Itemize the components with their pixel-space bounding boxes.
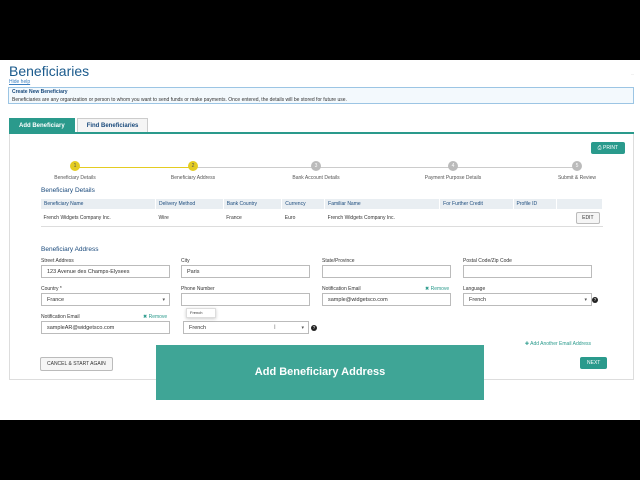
language-2-select[interactable]: French I ▾ xyxy=(183,321,309,334)
step-3: 3 Bank Account Details xyxy=(281,161,351,181)
city-label: City xyxy=(181,258,190,264)
help-icon[interactable]: ? xyxy=(311,325,317,331)
step-4: 4 Payment Purpose Details xyxy=(418,161,488,181)
cell-currency: Euro xyxy=(281,209,325,227)
zip-label: Postal Code/Zip Code xyxy=(463,258,512,264)
cell-delivery-method: Wire xyxy=(155,209,224,227)
phone-label: Phone Number xyxy=(181,286,215,292)
step-dot: 1 xyxy=(70,161,80,171)
chevron-down-icon: ▾ xyxy=(162,297,165,303)
details-table: Beneficiary Name Delivery Method Bank Co… xyxy=(40,198,604,227)
state-label: State/Province xyxy=(322,258,355,264)
cell-profile-id xyxy=(513,209,557,227)
notif-email-2-input[interactable]: sampleAR@widgetsco.com xyxy=(41,321,170,334)
print-button[interactable]: ⎙ PRINT xyxy=(590,142,625,154)
cell-familiar-name: French Widgets Company Inc. xyxy=(324,209,440,227)
step-1: 1 Beneficiary Details xyxy=(40,161,110,181)
cell-beneficiary-name: French Widgets Company Inc. xyxy=(40,209,156,227)
table-header-row: Beneficiary Name Delivery Method Bank Co… xyxy=(40,198,604,210)
col-header: Delivery Method xyxy=(155,198,224,210)
street-label: Street Address xyxy=(41,258,74,264)
remove-email-button[interactable]: ✖ Remove xyxy=(425,286,449,292)
country-value: France xyxy=(47,297,65,303)
cell-edit: EDIT xyxy=(556,209,603,227)
table-row: French Widgets Company Inc. Wire France … xyxy=(40,209,603,227)
col-header: Currency xyxy=(281,198,326,210)
info-text: Beneficiaries are any organization or pe… xyxy=(12,97,347,103)
step-label: Beneficiary Address xyxy=(170,175,216,181)
info-box: Create New Beneficiary Beneficiaries are… xyxy=(8,87,634,104)
col-header: For Further Credit xyxy=(439,198,514,210)
state-input[interactable] xyxy=(322,265,451,278)
step-label: Bank Account Details xyxy=(292,175,340,181)
language-2-value: French xyxy=(189,325,207,331)
col-header: Profile ID xyxy=(512,198,557,210)
col-header xyxy=(555,198,604,210)
cell-further-credit xyxy=(439,209,514,227)
step-5: 5 Submit & Review xyxy=(542,161,612,181)
printer-icon: ⎙ xyxy=(597,145,602,151)
step-label: Beneficiary Details xyxy=(54,175,96,181)
step-dot: 4 xyxy=(448,161,458,171)
notif-email-input[interactable]: sample@widgetsco.com xyxy=(322,293,451,306)
info-title: Create New Beneficiary xyxy=(12,89,68,95)
tab-bar: Add Beneficiary Find Beneficiaries xyxy=(9,118,150,132)
country-select[interactable]: France ▾ xyxy=(41,293,170,306)
help-icon[interactable]: ? xyxy=(592,297,598,303)
chevron-down-icon: ▾ xyxy=(301,325,304,331)
caption-overlay: Add Beneficiary Address xyxy=(156,345,484,400)
language-tooltip: French xyxy=(186,308,216,318)
col-header: Beneficiary Name xyxy=(40,198,156,210)
cell-bank-country: France xyxy=(223,209,282,227)
language-label: Language xyxy=(463,286,486,292)
country-label: Country * xyxy=(41,286,62,292)
step-dot: 2 xyxy=(188,161,198,171)
step-dot: 5 xyxy=(572,161,582,171)
cancel-button[interactable]: CANCEL & START AGAIN xyxy=(40,357,113,371)
col-header: Familiar Name xyxy=(324,198,441,210)
hide-help-link[interactable]: Hide help xyxy=(9,79,30,85)
print-label: PRINT xyxy=(603,145,618,151)
street-input[interactable]: 123 Avenue des Champs-Elysees xyxy=(41,265,170,278)
app-screen: Beneficiaries Hide help ... Create New B… xyxy=(0,60,640,420)
address-section-title: Beneficiary Address xyxy=(41,246,99,253)
next-button[interactable]: NEXT xyxy=(580,357,608,369)
notif-email-2-label: Notification Email xyxy=(41,314,80,320)
top-right-faint-text: ... xyxy=(630,71,634,76)
city-input[interactable]: Paris xyxy=(181,265,310,278)
text-cursor-icon: I xyxy=(274,325,276,331)
tab-add-beneficiary[interactable]: Add Beneficiary xyxy=(9,118,75,132)
tab-find-beneficiaries[interactable]: Find Beneficiaries xyxy=(76,118,149,132)
edit-button[interactable]: EDIT xyxy=(576,212,600,224)
step-label: Submit & Review xyxy=(557,175,597,181)
language-select[interactable]: French ▾ xyxy=(463,293,592,306)
zip-input[interactable] xyxy=(463,265,592,278)
remove-email-2-button[interactable]: ✖ Remove xyxy=(143,314,167,320)
add-email-link[interactable]: ✚ Add Another Email Address xyxy=(525,341,591,347)
step-2: 2 Beneficiary Address xyxy=(158,161,228,181)
notif-email-label: Notification Email xyxy=(322,286,361,292)
phone-input[interactable] xyxy=(181,293,310,306)
step-dot: 3 xyxy=(311,161,321,171)
page-title: Beneficiaries xyxy=(9,63,90,79)
progress-steps: 1 Beneficiary Details 2 Beneficiary Addr… xyxy=(40,161,600,191)
step-label: Payment Purpose Details xyxy=(424,175,482,181)
details-section-title: Beneficiary Details xyxy=(41,187,95,194)
chevron-down-icon: ▾ xyxy=(584,297,587,303)
col-header: Bank Country xyxy=(222,198,283,210)
language-value: French xyxy=(469,297,487,303)
